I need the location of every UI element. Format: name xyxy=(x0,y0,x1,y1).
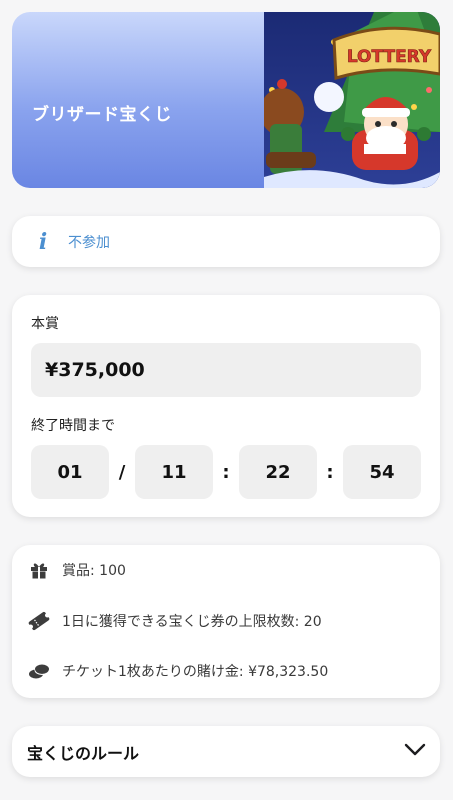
participation-status: 不参加 xyxy=(68,234,110,251)
countdown-hours: 11 xyxy=(135,445,213,499)
countdown-separator: / xyxy=(118,461,126,483)
santa-lottery-illustration: LOTTERY xyxy=(264,12,440,188)
coins-icon xyxy=(28,660,50,682)
ticket-icon xyxy=(28,610,50,632)
lottery-rules-accordion[interactable]: 宝くじのルール xyxy=(12,726,440,777)
countdown-days: 01 xyxy=(31,445,109,499)
countdown-separator: : xyxy=(326,461,334,483)
prizes-count-text: 賞品: 100 xyxy=(62,563,126,579)
lottery-title: ブリザード宝くじ xyxy=(32,105,172,125)
bet-per-ticket-text: チケット1枚あたりの賭け金: ¥78,323.50 xyxy=(62,664,329,680)
gift-icon xyxy=(28,559,50,581)
countdown-label: 終了時間まで xyxy=(31,418,115,434)
main-prize-amount: ¥375,000 xyxy=(31,343,421,397)
daily-ticket-limit-text: 1日に獲得できる宝くじ券の上限枚数: 20 xyxy=(62,614,322,630)
participation-status-card: i 不参加 xyxy=(12,216,440,267)
info-icon: i xyxy=(38,228,48,255)
countdown-minutes: 22 xyxy=(239,445,317,499)
main-prize-card: 本賞 ¥375,000 終了時間まで 01 / 11 : 22 : 54 xyxy=(12,295,440,517)
lottery-details-card: 賞品: 100 1日に獲得できる宝くじ券の上限枚数: 20 チケット1枚あたりの… xyxy=(12,545,440,698)
countdown-timer: 01 / 11 : 22 : 54 xyxy=(31,445,421,499)
bet-per-ticket-row: チケット1枚あたりの賭け金: ¥78,323.50 xyxy=(28,660,328,682)
prizes-count-row: 賞品: 100 xyxy=(28,559,126,581)
daily-ticket-limit-row: 1日に獲得できる宝くじ券の上限枚数: 20 xyxy=(28,610,322,632)
countdown-separator: : xyxy=(222,461,230,483)
countdown-seconds: 54 xyxy=(343,445,421,499)
lottery-rules-title: 宝くじのルール xyxy=(27,743,140,763)
chevron-down-icon[interactable] xyxy=(404,742,426,761)
main-prize-label: 本賞 xyxy=(31,316,59,332)
lottery-sign-text: LOTTERY xyxy=(347,47,432,67)
lottery-banner: ブリザード宝くじ LOTTERY xyxy=(12,12,440,188)
